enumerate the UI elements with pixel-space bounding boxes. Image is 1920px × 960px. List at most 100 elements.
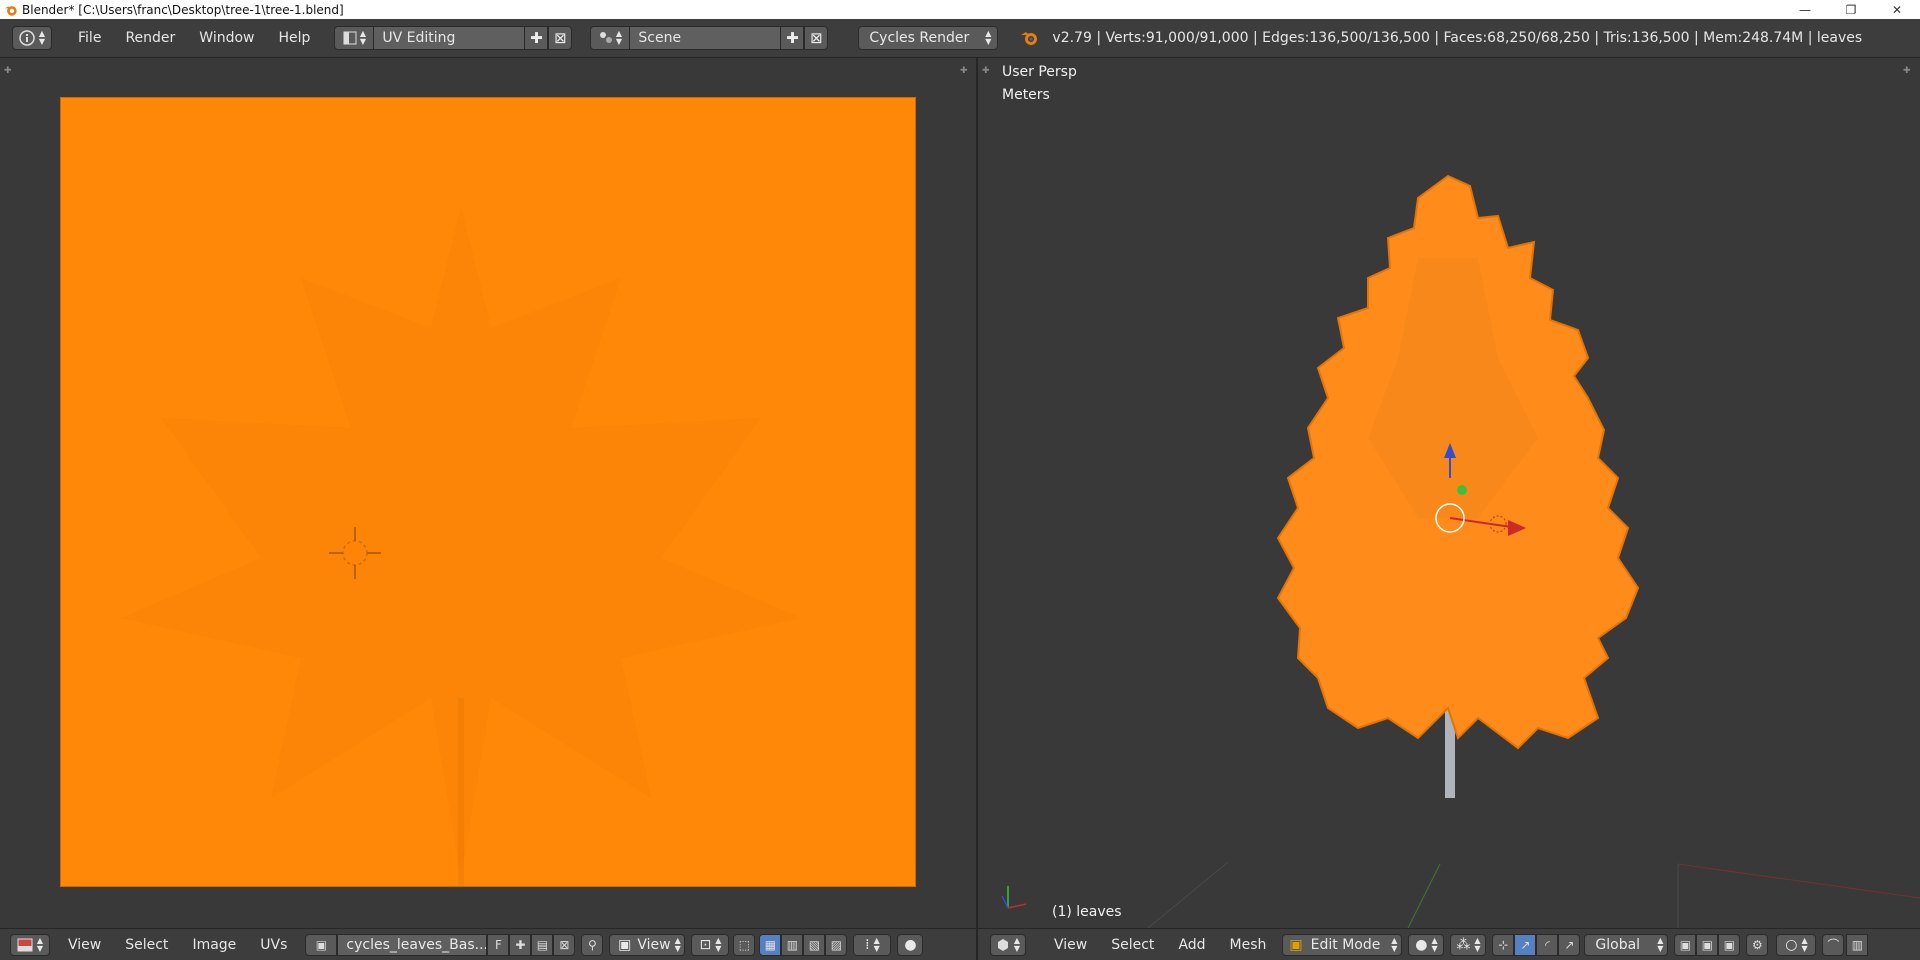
image-icon: ▣ [315, 937, 328, 952]
shading-dropdown[interactable]: ● ▲ ▼ [1408, 933, 1445, 956]
restore-button[interactable]: ❐ [1828, 0, 1874, 19]
viewport-menu-mesh[interactable]: Mesh [1218, 937, 1279, 953]
uv-menu-select[interactable]: Select [113, 937, 180, 953]
delete-screen-button[interactable]: ⊠ [548, 26, 573, 50]
plus-icon: ✚ [786, 29, 799, 47]
select-face-mode[interactable]: ▣ [1718, 933, 1741, 956]
viewport-editor-type-selector[interactable]: ▲ ▼ [990, 933, 1026, 956]
select-edge-mode[interactable]: ▣ [1696, 933, 1719, 956]
snap-dropdown[interactable]: ⁞ ▲ ▼ [853, 933, 892, 956]
mode-dropdown[interactable]: ▣ Edit Mode ▲ ▼ [1282, 933, 1403, 956]
new-image-button[interactable]: ✚ [509, 933, 532, 956]
occlude-icon: ⚙ [1752, 937, 1763, 952]
screen-layout-name[interactable]: UV Editing [374, 26, 525, 50]
3d-viewport[interactable]: ✚ ✚ User Persp Meters (1) leaves [978, 58, 1920, 928]
pivot-dropdown[interactable]: ⊡ ▲ ▼ [691, 933, 730, 956]
grid-line [1147, 861, 1229, 928]
proportional-icon: ○ [1785, 936, 1798, 953]
updown-arrows-icon: ▲ ▼ [674, 935, 681, 953]
open-image-button[interactable]: ▤ [531, 933, 554, 956]
uv-menu-image[interactable]: Image [180, 937, 248, 953]
transform-orientation-dropdown[interactable]: Global ▲ ▼ [1584, 933, 1669, 956]
updown-arrows-icon: ▲ ▼ [36, 935, 44, 953]
sticky-selection-button[interactable]: ⬚ [733, 933, 756, 956]
window-titlebar: Blender* [C:\Users\franc\Desktop\tree-1\… [0, 0, 1920, 19]
viewport-menu-view[interactable]: View [1042, 937, 1099, 953]
pivot-icon: ⊡ [699, 936, 712, 953]
tree-mesh[interactable] [978, 58, 1920, 928]
menu-file[interactable]: File [66, 30, 113, 46]
proportional-edit-dropdown[interactable]: ● [897, 933, 924, 956]
cursor-icon: ⬚ [738, 937, 751, 952]
3d-view-icon [997, 938, 1008, 951]
menu-help[interactable]: Help [266, 30, 322, 46]
folder-icon: ▤ [536, 937, 549, 952]
add-screen-button[interactable]: ✚ [524, 26, 549, 50]
pivot-point-dropdown[interactable]: ⁂ ▲ ▼ [1450, 933, 1487, 956]
updown-arrows-icon: ▲ ▼ [1013, 935, 1021, 953]
pivot-point-icon: ⁂ [1456, 936, 1471, 953]
updown-arrows-icon: ▲ ▼ [1657, 935, 1664, 953]
view-mode-dropdown[interactable]: ▣ View ▲ ▼ [609, 933, 686, 956]
vertex-select-icon: ▦ [764, 937, 777, 952]
image-browse-button[interactable]: ▣ [305, 933, 338, 956]
maple-leaf-texture [121, 208, 801, 886]
add-scene-button[interactable]: ✚ [780, 26, 805, 50]
pin-icon: ⚲ [588, 937, 597, 952]
limit-selection-toggle[interactable]: ⚙ [1746, 933, 1769, 956]
minimize-button[interactable]: — [1782, 0, 1828, 19]
updown-arrows-icon: ▲ ▼ [1801, 935, 1808, 953]
pin-image-button[interactable]: ⚲ [581, 933, 604, 956]
viewport-menu-select[interactable]: Select [1099, 937, 1166, 953]
uv-image-editor[interactable]: ✚ ✚ [0, 58, 976, 928]
select-vertex-mode[interactable]: ▣ [1674, 933, 1697, 956]
uv-editor-type-selector[interactable]: ▲ ▼ [10, 933, 50, 956]
solid-shading-icon: ● [1415, 936, 1428, 953]
island-select-icon: ▨ [830, 937, 843, 952]
select-mode-island[interactable]: ▨ [825, 933, 848, 956]
select-mode-vertex[interactable]: ▦ [759, 933, 782, 956]
menu-render[interactable]: Render [113, 30, 187, 46]
gizmo-y-handle[interactable] [1457, 485, 1467, 495]
snap-toggle[interactable]: ⌒ [1822, 933, 1845, 956]
blender-app-icon [4, 5, 17, 16]
render-engine-dropdown[interactable]: Cycles Render ▲ ▼ [858, 26, 999, 50]
select-mode-face[interactable]: ▧ [803, 933, 826, 956]
snap-icon: ⁞ [865, 936, 870, 953]
area-split-corner-icon[interactable]: ✚ [4, 66, 14, 76]
screen-layout-selector[interactable]: ▲ ▼ [334, 26, 375, 50]
scene-name[interactable]: Scene [630, 26, 781, 50]
manipulator-scale[interactable]: ↗ [1558, 933, 1581, 956]
uv-texture-image[interactable] [60, 97, 916, 887]
uv-menu-view[interactable]: View [56, 937, 113, 953]
scene-statistics: v2.79 | Verts:91,000/91,000 | Edges:136,… [1052, 30, 1863, 46]
proportional-editing-dropdown[interactable]: ○ ▲ ▼ [1776, 933, 1817, 956]
x-icon: ⊠ [810, 29, 823, 47]
snap-element-icon: ▥ [1851, 937, 1864, 952]
area-split-corner-icon[interactable]: ✚ [960, 66, 970, 76]
image-name-field[interactable]: cycles_leaves_Bas... [337, 933, 488, 956]
uv-menu-uvs[interactable]: UVs [248, 937, 299, 953]
manipulator-translate[interactable]: ↗ [1514, 933, 1537, 956]
manipulator-toggle[interactable]: ⊹ [1492, 933, 1515, 956]
manipulator-rotate[interactable]: ◜ [1536, 933, 1559, 956]
scene-selector[interactable]: ▲ ▼ [590, 26, 631, 50]
close-window-button[interactable]: ✕ [1874, 0, 1920, 19]
viewport-menu-add[interactable]: Add [1166, 937, 1217, 953]
delete-scene-button[interactable]: ⊠ [804, 26, 829, 50]
translate-arrow-icon: ↗ [1520, 937, 1531, 952]
plus-icon: ✚ [515, 937, 526, 952]
2d-cursor-icon[interactable] [323, 521, 387, 585]
edge-select-icon: ▥ [786, 937, 799, 952]
menu-window[interactable]: Window [187, 30, 266, 46]
info-editor-type-selector[interactable]: ▲ ▼ [12, 26, 52, 50]
info-icon [19, 30, 35, 46]
unlink-image-button[interactable]: ⊠ [553, 933, 576, 956]
select-mode-edge[interactable]: ▥ [781, 933, 804, 956]
snap-element-button[interactable]: ▥ [1846, 933, 1869, 956]
view-mode-icon: ▣ [618, 936, 632, 953]
fake-user-toggle[interactable]: F [487, 933, 510, 956]
scene-field: ▲ ▼ Scene ✚ ⊠ [590, 26, 829, 50]
proportional-icon: ● [904, 936, 917, 953]
edge-select-icon: ▣ [1701, 937, 1714, 952]
